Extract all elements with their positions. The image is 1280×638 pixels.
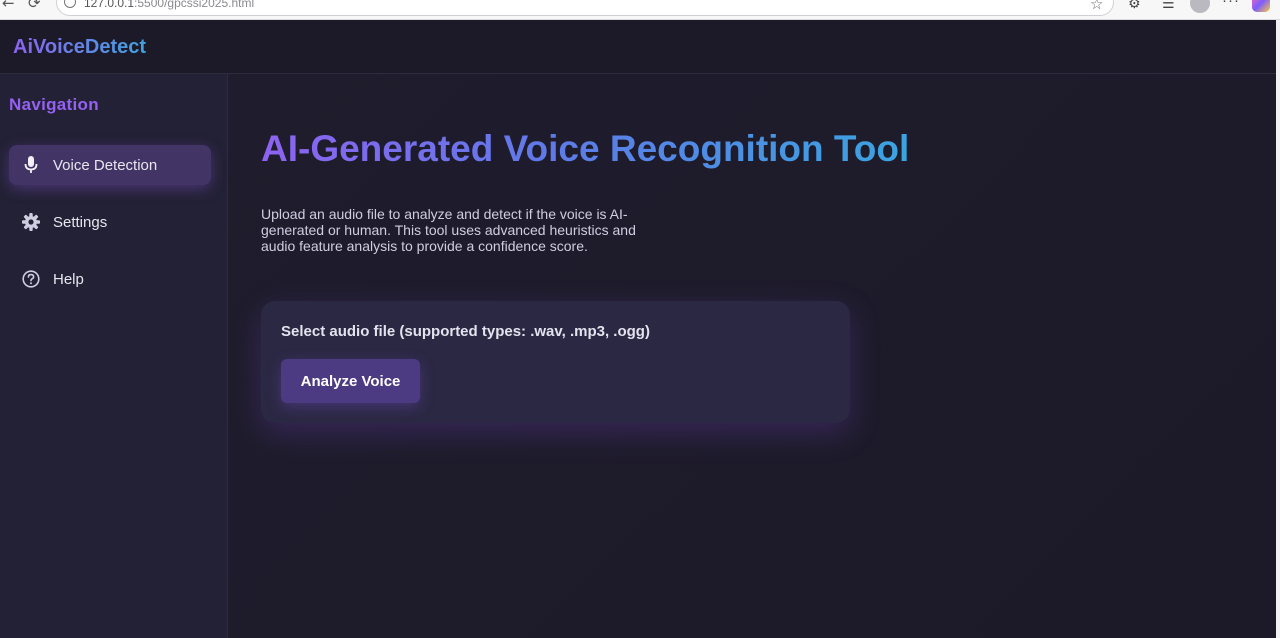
sidebar-item-label: Help	[53, 270, 84, 288]
reload-icon[interactable]: ⟳	[28, 0, 41, 12]
copilot-icon[interactable]	[1252, 0, 1270, 12]
address-bar-url[interactable]: 127.0.0.1:5500/gpcssi2025.html	[84, 0, 254, 10]
browser-toolbar: ← ⟳ 127.0.0.1:5500/gpcssi2025.html ☆ ⚙ ☰…	[0, 0, 1280, 20]
top-header: AiVoiceDetect	[0, 20, 1276, 74]
sidebar-title: Navigation	[9, 95, 99, 114]
microphone-icon	[9, 156, 53, 174]
sidebar-item-help[interactable]: Help	[9, 259, 211, 299]
upload-card: Select audio file (supported types: .wav…	[261, 301, 850, 423]
url-host: 127.0.0.1	[84, 0, 135, 10]
favorites-icon[interactable]: ☰	[1162, 0, 1175, 12]
back-icon[interactable]: ←	[2, 0, 15, 12]
sidebar-item-settings[interactable]: Settings	[9, 202, 211, 242]
app-window: AiVoiceDetect Navigation Voice Detection	[0, 20, 1276, 638]
extensions-icon[interactable]: ⚙	[1128, 0, 1141, 12]
help-icon	[9, 270, 53, 288]
bookmark-star-icon[interactable]: ☆	[1090, 0, 1103, 13]
analyze-voice-button[interactable]: Analyze Voice	[281, 359, 420, 403]
sidebar: Navigation Voice Detection Settings Help	[0, 74, 228, 638]
url-path: :5500/gpcssi2025.html	[134, 0, 255, 10]
gear-icon	[9, 213, 53, 231]
profile-avatar-icon[interactable]	[1190, 0, 1210, 13]
page-description: Upload an audio file to analyze and dete…	[261, 206, 636, 254]
sidebar-item-label: Voice Detection	[53, 156, 158, 174]
window-edge	[1276, 20, 1280, 638]
main-content: AI-Generated Voice Recognition Tool Uplo…	[228, 74, 1276, 638]
more-menu-icon[interactable]: ···	[1222, 0, 1240, 9]
brand-logo-text[interactable]: AiVoiceDetect	[13, 36, 146, 59]
file-input-label[interactable]: Select audio file (supported types: .wav…	[281, 323, 650, 340]
page-title: AI-Generated Voice Recognition Tool	[261, 128, 910, 169]
sidebar-item-label: Settings	[53, 213, 108, 231]
sidebar-item-voice-detection[interactable]: Voice Detection	[9, 145, 211, 185]
